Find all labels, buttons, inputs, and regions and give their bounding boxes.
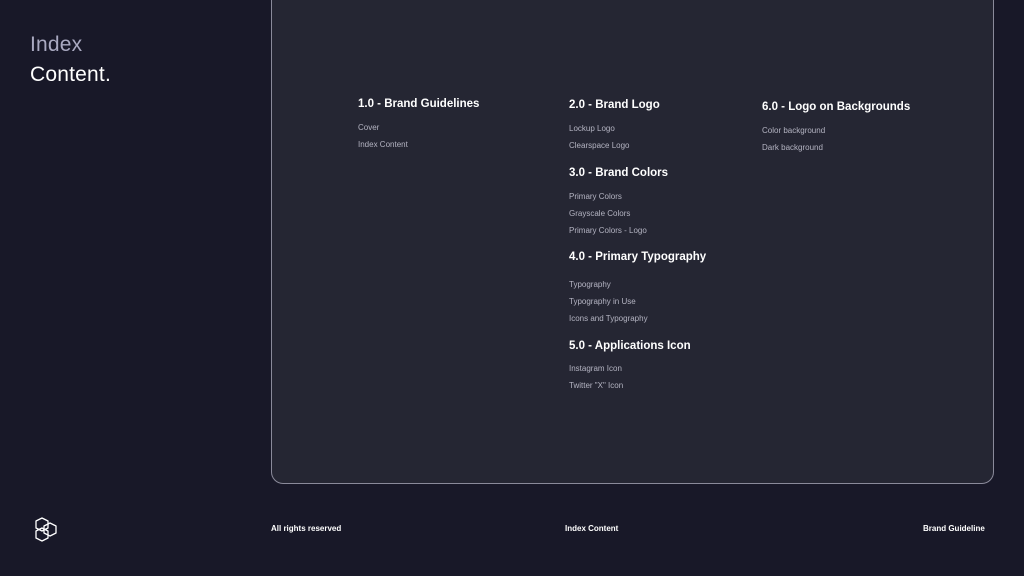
section-applications-icon: 5.0 - Applications Icon Instagram Icon T… xyxy=(569,340,691,398)
list-item[interactable]: Instagram Icon xyxy=(569,364,691,381)
section-items: Typography Typography in Use Icons and T… xyxy=(569,280,706,331)
list-item[interactable]: Lockup Logo xyxy=(569,124,660,141)
footer-page-name: Index Content xyxy=(565,524,619,533)
section-logo-on-backgrounds: 6.0 - Logo on Backgrounds Color backgrou… xyxy=(762,101,910,160)
list-item[interactable]: Index Content xyxy=(358,140,479,157)
content-panel: 1.0 - Brand Guidelines Cover Index Conte… xyxy=(271,0,994,484)
title-index: Index xyxy=(30,33,83,56)
section-heading: 1.0 - Brand Guidelines xyxy=(358,98,480,110)
list-item[interactable]: Icons and Typography xyxy=(569,314,706,331)
list-item[interactable]: Grayscale Colors xyxy=(569,209,668,226)
section-primary-typography: 4.0 - Primary Typography Typography Typo… xyxy=(569,251,706,331)
list-item[interactable]: Dark background xyxy=(762,143,910,160)
hexagon-knot-logo-icon xyxy=(35,517,57,542)
section-brand-colors: 3.0 - Brand Colors Primary Colors Graysc… xyxy=(569,167,668,243)
section-items: Instagram Icon Twitter "X" Icon xyxy=(569,364,691,398)
section-heading: 5.0 - Applications Icon xyxy=(569,340,691,352)
footer-rights: All rights reserved xyxy=(271,524,342,533)
list-item[interactable]: Cover xyxy=(358,123,479,140)
list-item[interactable]: Primary Colors - Logo xyxy=(569,226,668,243)
section-heading: 6.0 - Logo on Backgrounds xyxy=(762,101,911,113)
section-items: Lockup Logo Clearspace Logo xyxy=(569,124,660,158)
section-brand-guidelines: 1.0 - Brand Guidelines Cover Index Conte… xyxy=(358,98,479,157)
section-heading: 2.0 - Brand Logo xyxy=(569,99,660,111)
list-item[interactable]: Typography in Use xyxy=(569,297,706,314)
list-item[interactable]: Twitter "X" Icon xyxy=(569,381,691,398)
section-items: Primary Colors Grayscale Colors Primary … xyxy=(569,192,668,243)
list-item[interactable]: Color background xyxy=(762,126,910,143)
list-item[interactable]: Clearspace Logo xyxy=(569,141,660,158)
footer-doc-name: Brand Guideline xyxy=(923,524,985,533)
title-content: Content. xyxy=(30,63,111,86)
section-heading: 3.0 - Brand Colors xyxy=(569,167,669,179)
section-items: Color background Dark background xyxy=(762,126,910,160)
section-items: Cover Index Content xyxy=(358,123,479,157)
section-heading: 4.0 - Primary Typography xyxy=(569,251,707,263)
list-item[interactable]: Primary Colors xyxy=(569,192,668,209)
list-item[interactable]: Typography xyxy=(569,280,706,297)
section-brand-logo: 2.0 - Brand Logo Lockup Logo Clearspace … xyxy=(569,99,660,158)
